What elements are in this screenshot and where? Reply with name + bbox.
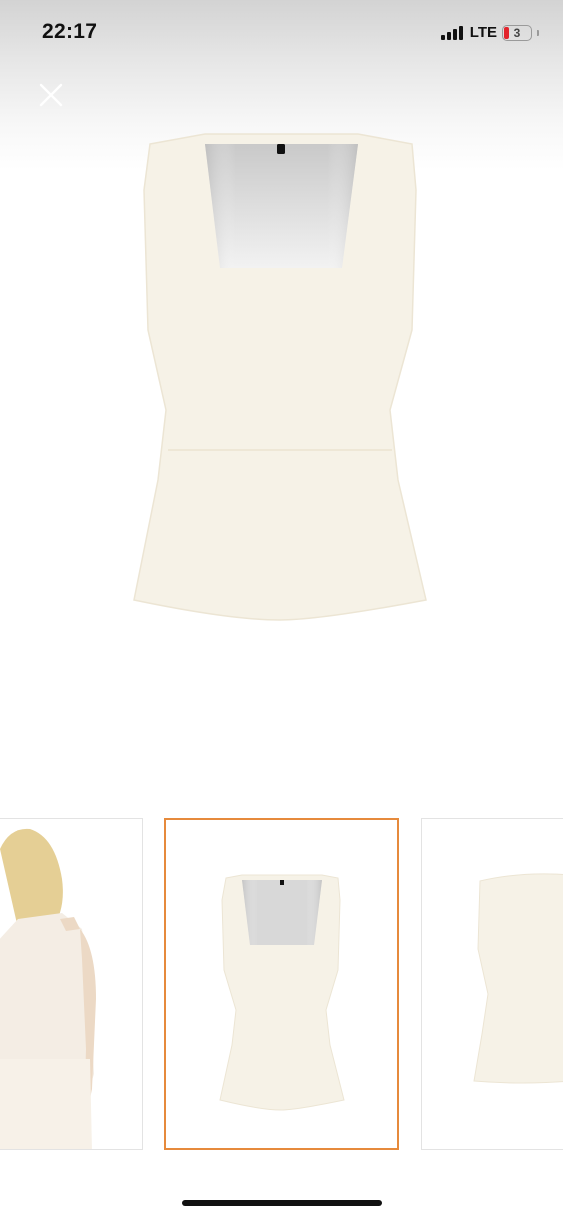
battery-level: 3 (513, 25, 521, 40)
tank-top-front-image (133, 133, 427, 621)
status-time: 22:17 (42, 20, 98, 43)
cellular-signal-icon (440, 25, 463, 40)
battery-tip (537, 29, 539, 36)
tank-top-back-thumbnail[interactable] (421, 818, 563, 1150)
model-back-view-thumbnail[interactable] (0, 818, 143, 1150)
status-bar: 22:17 LTE 3 (0, 0, 563, 64)
status-indicators: LTE 3 (440, 24, 539, 41)
main-product-image (100, 120, 460, 630)
battery-icon: 3 (502, 24, 532, 41)
model-back-view-image (0, 819, 142, 1149)
tank-top-front-thumbnail-image (166, 820, 397, 1148)
close-button[interactable] (36, 80, 66, 110)
tank-top-front-thumbnail[interactable] (164, 818, 399, 1150)
thumbnail-strip (0, 815, 563, 1155)
home-indicator[interactable] (182, 1200, 382, 1206)
tank-top-back-thumbnail-image (422, 819, 563, 1149)
network-type: LTE (469, 24, 497, 41)
battery-fill (504, 26, 509, 39)
close-icon (39, 83, 63, 107)
